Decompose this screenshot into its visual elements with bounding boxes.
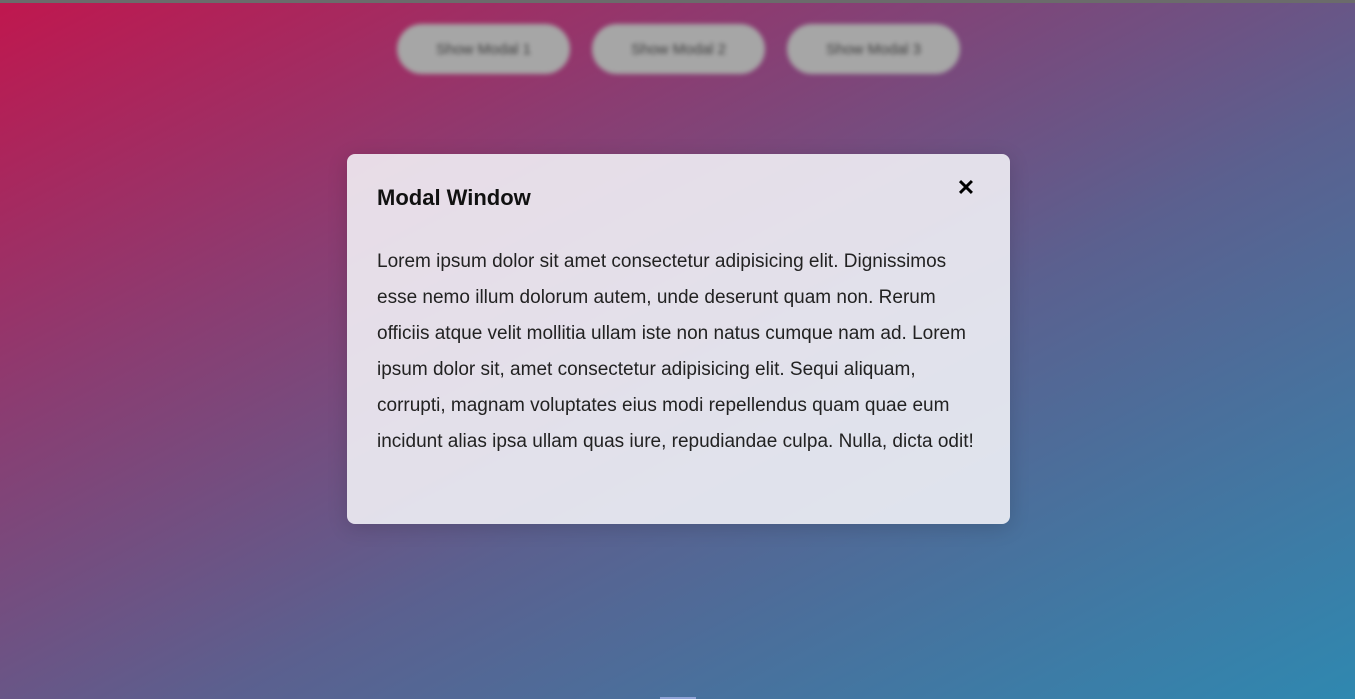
close-icon[interactable]: ✕ (954, 175, 978, 200)
show-modal-1-button[interactable]: Show Modal 1 (397, 24, 570, 74)
modal-body-text: Lorem ipsum dolor sit amet consectetur a… (377, 251, 974, 452)
top-border (0, 0, 1355, 3)
show-modal-2-button[interactable]: Show Modal 2 (592, 24, 765, 74)
modal-title: Modal Window (377, 185, 531, 210)
modal-window: Modal Window ✕ Lorem ipsum dolor sit ame… (347, 154, 1010, 524)
show-modal-buttons: Show Modal 1 Show Modal 2 Show Modal 3 (397, 24, 960, 74)
show-modal-3-button[interactable]: Show Modal 3 (787, 24, 960, 74)
